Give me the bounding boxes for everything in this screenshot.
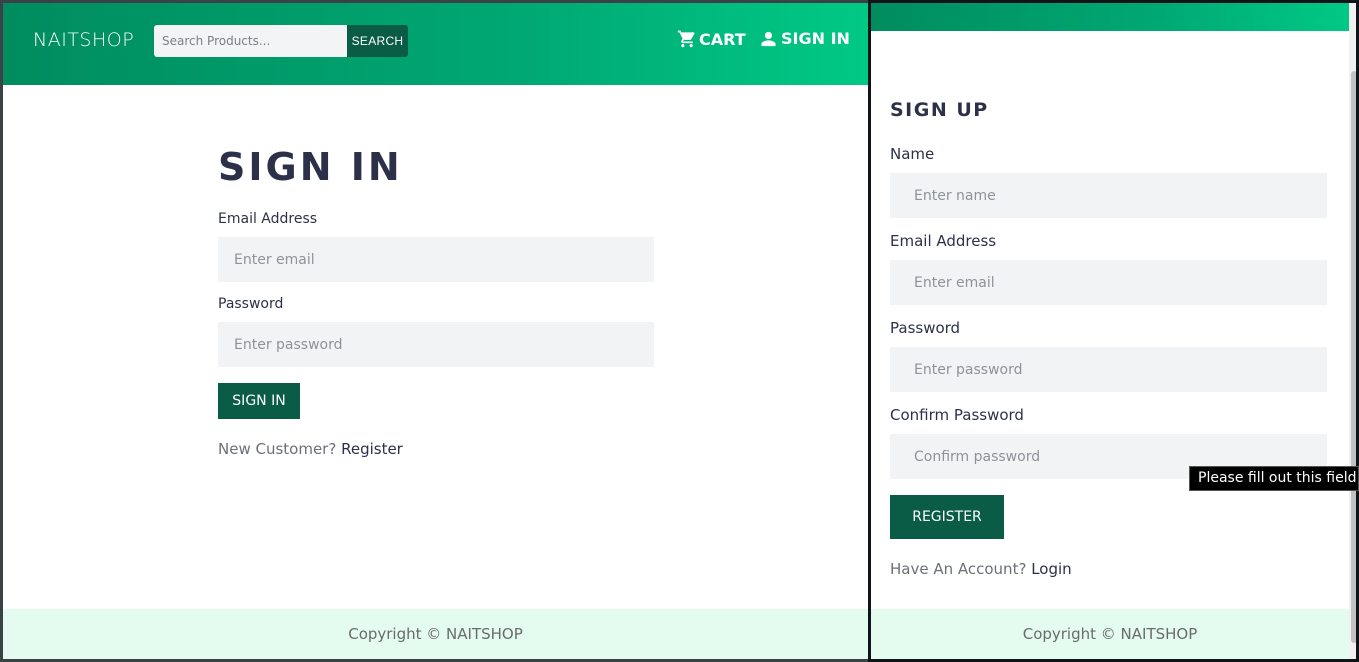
page-title: SIGN IN: [218, 145, 403, 189]
new-customer-line: New Customer? Register: [218, 440, 403, 458]
search-input[interactable]: [154, 25, 348, 57]
search-button[interactable]: SEARCH: [347, 25, 408, 57]
login-link[interactable]: Login: [1031, 560, 1071, 578]
navbar: [871, 3, 1349, 31]
brand-logo[interactable]: NAITSHOP: [33, 29, 134, 51]
footer: Copyright © NAITSHOP: [871, 609, 1349, 659]
signin-button[interactable]: SIGN IN: [218, 383, 300, 419]
email-field[interactable]: [890, 260, 1327, 305]
have-account-text: Have An Account?: [890, 560, 1027, 578]
register-button[interactable]: REGISTER: [890, 495, 1004, 539]
password-field[interactable]: [890, 347, 1327, 392]
user-icon: [760, 30, 777, 48]
password-field[interactable]: [218, 322, 654, 367]
email-field[interactable]: [218, 237, 654, 282]
email-label: Email Address: [890, 232, 997, 250]
email-label: Email Address: [218, 211, 318, 227]
copyright-text: Copyright © NAITSHOP: [348, 625, 523, 643]
cart-icon: [677, 29, 697, 49]
register-link[interactable]: Register: [341, 440, 403, 458]
nav-signin-link[interactable]: SIGN IN: [760, 29, 850, 48]
nav-signin-label: SIGN IN: [781, 29, 850, 48]
navbar: NAITSHOP SEARCH CART SIGN IN: [3, 3, 868, 85]
page-title: SIGN UP: [890, 99, 989, 121]
footer: Copyright © NAITSHOP: [3, 609, 868, 659]
nav-cart-link[interactable]: CART: [677, 29, 746, 49]
name-field[interactable]: [890, 173, 1327, 218]
scrollbar[interactable]: [1349, 3, 1356, 659]
validation-tooltip: Please fill out this field.: [1189, 466, 1359, 491]
copyright-text: Copyright © NAITSHOP: [1022, 625, 1198, 643]
confirm-password-label: Confirm Password: [890, 406, 1024, 424]
signup-window: SIGN UP Name Email Address Password Conf…: [868, 0, 1359, 662]
password-label: Password: [890, 319, 961, 337]
have-account-line: Have An Account? Login: [890, 560, 1072, 578]
signin-window: NAITSHOP SEARCH CART SIGN IN SIGN IN Ema…: [0, 0, 868, 662]
nav-cart-label: CART: [699, 29, 746, 49]
new-customer-text: New Customer?: [218, 440, 337, 458]
scrollbar-thumb[interactable]: [1351, 71, 1356, 643]
password-label: Password: [218, 296, 284, 312]
name-label: Name: [890, 145, 935, 163]
